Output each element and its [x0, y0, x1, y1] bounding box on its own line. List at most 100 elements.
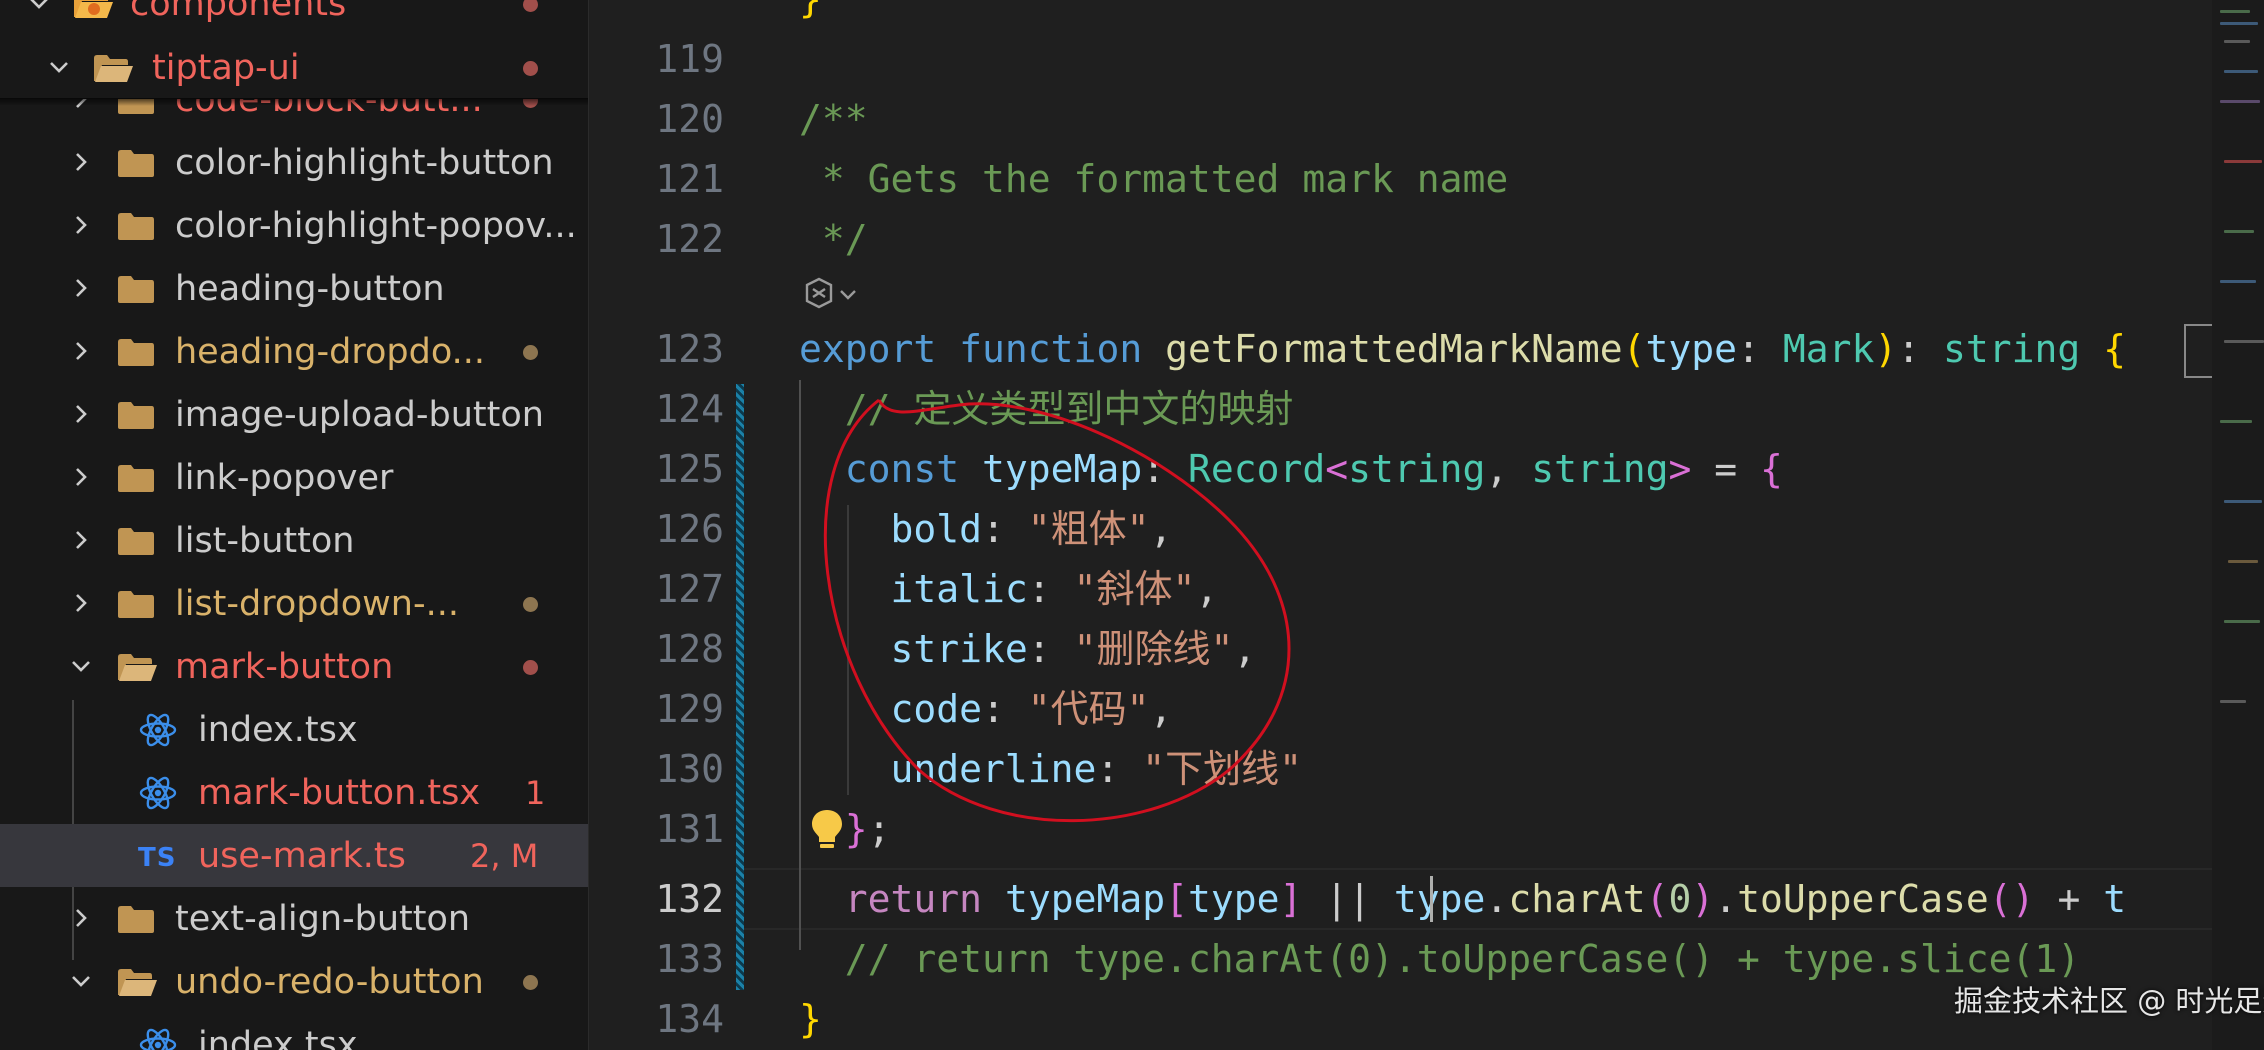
tree-item-label: heading-button — [175, 269, 445, 309]
code-text: code: "代码", — [890, 687, 1173, 731]
tree-item-label: heading-dropdo... — [175, 332, 485, 372]
code-text: underline: "下划线" — [890, 747, 1302, 791]
code-line: 127 italic: "斜体", — [589, 560, 2209, 618]
tree-item-label: list-dropdown-... — [175, 584, 459, 624]
git-status-dot — [523, 975, 538, 990]
line-number: 128 — [655, 627, 724, 671]
git-status-dot — [523, 660, 538, 675]
code-text: export function getFormattedMarkName(typ… — [799, 327, 2127, 371]
code-line: 122 */ — [589, 210, 2209, 268]
minimap-line — [2224, 40, 2250, 43]
code-line: 131 }; — [589, 800, 2209, 858]
code-line: 128 strike: "删除线", — [589, 620, 2209, 678]
tree-folder-list-button[interactable]: list-button — [0, 509, 588, 572]
code-line: } — [589, 0, 2209, 28]
line-number: 132 — [655, 877, 724, 921]
line-number: 126 — [655, 507, 724, 551]
folder-icon — [112, 194, 156, 257]
folder-icon — [112, 131, 156, 194]
folder-open-icon — [88, 36, 133, 99]
react-icon — [136, 761, 180, 824]
git-status-dot — [523, 0, 538, 12]
line-number: 120 — [655, 97, 724, 141]
code-line: 126 bold: "粗体", — [589, 500, 2209, 558]
tree-folder-mark-button[interactable]: mark-button — [0, 635, 588, 698]
code-text: italic: "斜体", — [890, 567, 1219, 611]
folder-icon — [112, 257, 156, 320]
code-line: 130 underline: "下划线" — [589, 740, 2209, 798]
copilot-sparkle-icon[interactable] — [799, 275, 869, 315]
line-number: 122 — [655, 217, 724, 261]
tree-item-label: color-highlight-button — [175, 143, 554, 183]
sticky-header-shadow — [0, 98, 588, 106]
minimap-line — [2220, 700, 2246, 703]
code-line: 133 // return type.charAt(0).toUpperCase… — [589, 930, 2209, 988]
minimap-line — [2220, 100, 2260, 103]
tree-folder-image-upload-button[interactable]: image-upload-button — [0, 383, 588, 446]
tree-folder-components[interactable]: components — [0, 0, 588, 35]
line-number: 131 — [655, 807, 724, 851]
code-line: 129 code: "代码", — [589, 680, 2209, 738]
tree-file-use-mark-ts[interactable]: TS use-mark.ts 2, M — [0, 824, 588, 887]
minimap[interactable] — [2212, 0, 2264, 1050]
tree-item-label: components — [130, 0, 347, 24]
chevron-down-icon — [62, 950, 102, 1013]
tree-item-label: index.tsx — [198, 1025, 358, 1050]
tree-folder-color-highlight-button[interactable]: color-highlight-button — [0, 131, 588, 194]
line-number: 129 — [655, 687, 724, 731]
tree-item-label: link-popover — [175, 458, 394, 498]
tree-folder-heading-button[interactable]: heading-button — [0, 257, 588, 320]
ts-icon: TS — [138, 843, 177, 873]
tree-item-label: mark-button.tsx — [198, 773, 481, 813]
code-editor[interactable]: } 119 120 /** 121 * Gets the formatted m… — [589, 0, 2264, 1050]
chevron-right-icon — [62, 887, 102, 950]
tree-file-index-tsx[interactable]: index.tsx — [0, 698, 588, 761]
tree-folder-color-highlight-popover[interactable]: color-highlight-popov... — [0, 194, 588, 257]
tree-folder-tiptap-ui[interactable]: tiptap-ui — [0, 36, 588, 99]
explorer-sticky-header: components tiptap-ui — [0, 0, 588, 99]
tree-file-mark-button-tsx[interactable]: mark-button.tsx 1 — [0, 761, 588, 824]
code-text: * Gets the formatted mark name — [799, 157, 1509, 201]
line-number: 134 — [655, 997, 724, 1041]
folder-icon — [112, 446, 156, 509]
watermark-text: 掘金技术社区 @ 时光足迹 — [1954, 984, 2264, 1018]
tree-file-index-tsx[interactable]: index.tsx — [0, 1013, 588, 1050]
minimap-line — [2224, 340, 2264, 343]
code-line: 123 export function getFormattedMarkName… — [589, 320, 2209, 378]
code-text: bold: "粗体", — [890, 507, 1173, 551]
chevron-right-icon — [62, 383, 102, 446]
code-text: const typeMap: Record<string, string> = … — [844, 447, 1783, 491]
minimap-line — [2224, 230, 2254, 233]
chevron-right-icon — [62, 320, 102, 383]
tree-folder-text-align-button[interactable]: text-align-button — [0, 887, 588, 950]
line-number: 119 — [655, 37, 724, 81]
line-number: 125 — [655, 447, 724, 491]
folder-icon — [112, 320, 156, 383]
react-icon — [136, 698, 180, 761]
chevron-right-icon — [62, 572, 102, 635]
minimap-line — [2220, 22, 2258, 25]
chevron-down-icon — [20, 0, 60, 35]
tree-item-label: use-mark.ts — [198, 836, 406, 876]
code-text: return typeMap[type] || type.charAt(0).t… — [844, 877, 2127, 921]
minimap-line — [2224, 500, 2262, 503]
tree-folder-list-dropdown[interactable]: list-dropdown-... — [0, 572, 588, 635]
folder-icon — [112, 509, 156, 572]
code-line: 119 — [589, 30, 2209, 88]
tree-folder-undo-redo-button[interactable]: undo-redo-button — [0, 950, 588, 1013]
minimap-line — [2224, 160, 2262, 163]
minimap-line — [2228, 560, 2258, 563]
folder-icon — [112, 887, 156, 950]
code-line: 132 return typeMap[type] || type.charAt(… — [589, 870, 2209, 928]
code-text: /** — [799, 97, 868, 141]
chevron-right-icon — [62, 446, 102, 509]
folder-open-icon — [112, 635, 157, 698]
chevron-right-icon — [62, 509, 102, 572]
tree-folder-heading-dropdown[interactable]: heading-dropdo... — [0, 320, 588, 383]
code-text: strike: "删除线", — [890, 627, 1257, 671]
text-cursor — [1430, 876, 1433, 922]
tree-item-label: list-button — [175, 521, 355, 561]
folder-open-icon — [112, 950, 157, 1013]
tree-folder-link-popover[interactable]: link-popover — [0, 446, 588, 509]
tree-item-label: undo-redo-button — [175, 962, 484, 1002]
